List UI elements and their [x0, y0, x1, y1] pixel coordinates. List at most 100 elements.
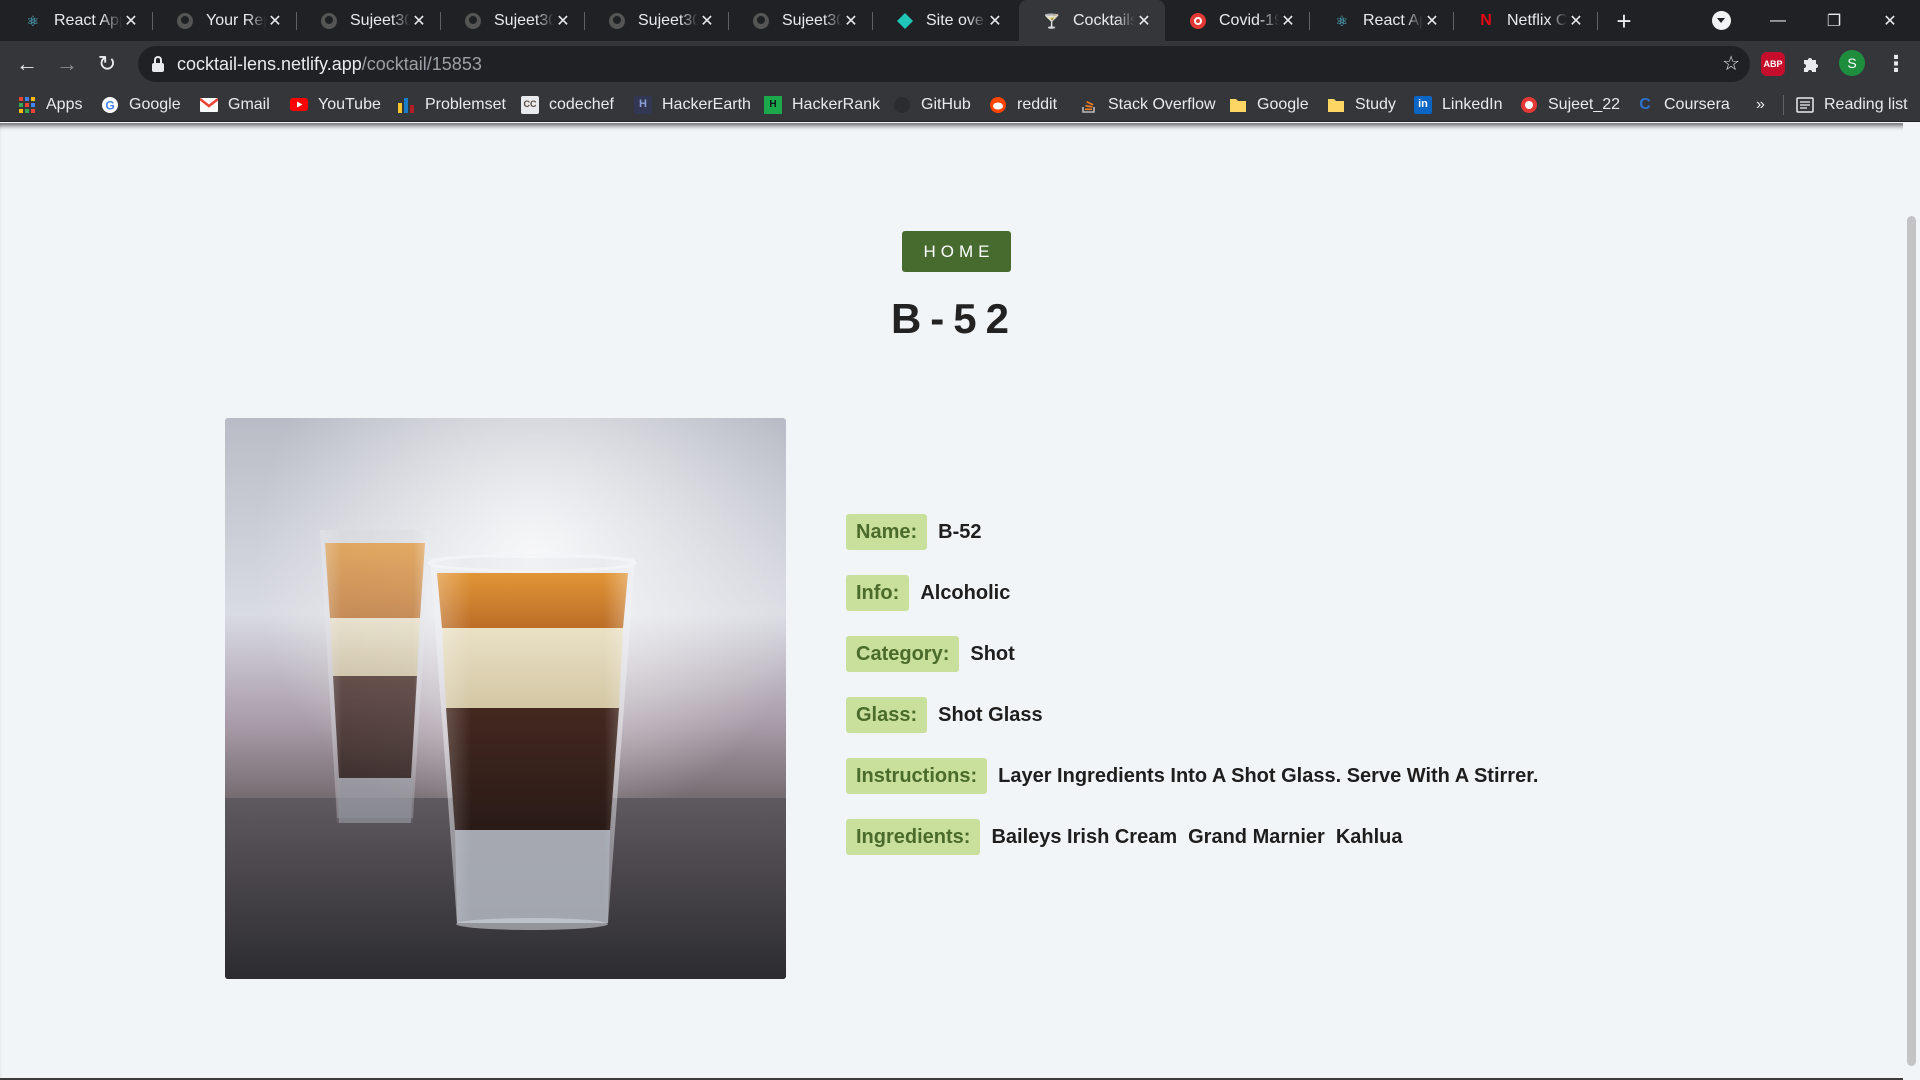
cocktail-photo: [225, 418, 786, 979]
browser-tab[interactable]: Your Repositories ✕: [152, 0, 296, 41]
ingredient-item: Baileys Irish Cream: [991, 825, 1178, 848]
adblock-extension-icon[interactable]: ABP: [1761, 52, 1785, 76]
restore-window-icon[interactable]: ❐: [1806, 0, 1862, 41]
browser-tab[interactable]: Sujeet309 ✕: [440, 0, 584, 41]
info-row-ingredients: Ingredients: Baileys Irish Cream Grand M…: [846, 819, 1403, 855]
browser-tab-active[interactable]: 🍸 Cocktails ✕: [1019, 0, 1165, 41]
url-path: /cocktail/15853: [361, 54, 482, 74]
stackoverflow-icon: [1080, 96, 1098, 114]
github-icon: [320, 12, 338, 30]
vertical-scrollbar[interactable]: [1903, 123, 1920, 1080]
browser-tab[interactable]: Sujeet309 ✕: [296, 0, 440, 41]
reload-icon[interactable]: ↻: [89, 46, 125, 82]
info-label: Info:: [846, 575, 910, 611]
leetcode-icon: [1520, 96, 1538, 114]
url-text: cocktail-lens.netlify.app/cocktail/15853: [177, 54, 482, 75]
scrollbar-thumb[interactable]: [1907, 216, 1916, 1066]
bookmark-reddit[interactable]: reddit: [989, 87, 1057, 122]
close-tab-icon[interactable]: ✕: [1567, 12, 1585, 30]
bookmark-hackerrank[interactable]: H HackerRank: [764, 87, 880, 122]
browser-menu-icon[interactable]: ⋮: [1885, 51, 1907, 76]
bookmarks-separator: [1783, 95, 1784, 115]
hackerrank-icon: H: [764, 95, 782, 114]
react-icon: ⚛: [26, 12, 40, 29]
close-tab-icon[interactable]: ✕: [122, 12, 140, 30]
bookmark-problemset[interactable]: Problemset: [397, 87, 506, 122]
browser-tab[interactable]: Sujeet309 ✕: [584, 0, 728, 41]
github-icon: [464, 12, 482, 30]
bookmark-apps[interactable]: Apps: [18, 87, 82, 122]
close-tab-icon[interactable]: ✕: [842, 12, 860, 30]
github-icon: [893, 96, 911, 114]
bookmark-star-icon[interactable]: ☆: [1722, 51, 1740, 76]
page-content: HOME B-52 Name: B-52 Info: Alcoholic Cat…: [0, 123, 1920, 1080]
apps-grid-icon: [18, 96, 36, 114]
extensions-puzzle-icon[interactable]: [1801, 52, 1821, 76]
youtube-icon: [290, 96, 308, 114]
hackerearth-icon: H: [634, 95, 652, 114]
address-bar[interactable]: cocktail-lens.netlify.app/cocktail/15853…: [138, 46, 1750, 82]
github-icon: [176, 12, 194, 30]
bookmark-hackerearth[interactable]: H HackerEarth: [634, 87, 751, 122]
bookmark-sujeet22[interactable]: Sujeet_22: [1520, 87, 1620, 122]
ingredient-item: Kahlua: [1335, 825, 1403, 848]
browser-tab[interactable]: ⚛ React App ✕: [1309, 0, 1453, 41]
close-tab-icon[interactable]: ✕: [698, 12, 716, 30]
cocktail-icon: 🍸: [1043, 12, 1061, 29]
bookmark-codechef[interactable]: CC codechef: [521, 87, 614, 122]
category-value: Shot: [970, 642, 1015, 665]
info-row-glass: Glass: Shot Glass: [846, 697, 1043, 733]
close-tab-icon[interactable]: ✕: [266, 12, 284, 30]
browser-tab[interactable]: Site overview ✕: [872, 0, 1016, 41]
ingredients-label: Ingredients:: [846, 819, 981, 855]
bookmark-coursera[interactable]: C Coursera: [1636, 87, 1730, 122]
react-icon: ⚛: [1335, 12, 1349, 29]
reading-list-button[interactable]: Reading list: [1796, 87, 1908, 122]
browser-tab[interactable]: ⚛ React App ✕: [0, 0, 152, 41]
info-row-instructions: Instructions: Layer Ingredients Into A S…: [846, 758, 1538, 794]
minimize-icon[interactable]: —: [1750, 0, 1806, 41]
codeforces-icon: [397, 96, 415, 114]
new-tab-button[interactable]: +: [1610, 6, 1638, 36]
bookmark-gmail[interactable]: Gmail: [200, 87, 270, 122]
more-bookmarks-chevron-icon[interactable]: »: [1756, 87, 1765, 122]
bookmark-folder-google[interactable]: Google: [1229, 87, 1309, 122]
browser-tab[interactable]: N Netflix Clone ✕: [1453, 0, 1597, 41]
bookmark-github[interactable]: GitHub: [893, 87, 971, 122]
home-button[interactable]: HOME: [902, 231, 1011, 272]
browser-tab[interactable]: Covid-19 ✕: [1165, 0, 1309, 41]
svg-text:G: G: [105, 98, 114, 112]
covid-icon: [1189, 12, 1207, 30]
bookmark-folder-study[interactable]: Study: [1327, 87, 1396, 122]
close-tab-icon[interactable]: ✕: [1279, 12, 1297, 30]
close-tab-icon[interactable]: ✕: [1135, 12, 1153, 30]
info-row-info: Info: Alcoholic: [846, 575, 1010, 611]
close-tab-icon[interactable]: ✕: [554, 12, 572, 30]
shot-glasses-illustration: [225, 418, 786, 979]
glass-label: Glass:: [846, 697, 928, 733]
bookmark-youtube[interactable]: YouTube: [290, 87, 381, 122]
folder-icon: [1229, 96, 1247, 114]
instructions-value: Layer Ingredients Into A Shot Glass. Ser…: [998, 764, 1539, 787]
lock-icon[interactable]: [152, 56, 164, 72]
tab-separator: [1597, 12, 1598, 30]
profile-avatar[interactable]: S: [1839, 50, 1865, 76]
name-label: Name:: [846, 514, 928, 550]
tab-search-icon[interactable]: [1712, 11, 1731, 30]
bookmark-linkedin[interactable]: in LinkedIn: [1414, 87, 1503, 122]
info-row-category: Category: Shot: [846, 636, 1015, 672]
close-tab-icon[interactable]: ✕: [410, 12, 428, 30]
gmail-icon: [200, 96, 218, 114]
ingredient-item: Grand Marnier: [1188, 825, 1325, 848]
browser-tab[interactable]: Sujeet309 ✕: [728, 0, 872, 41]
close-tab-icon[interactable]: ✕: [1423, 12, 1441, 30]
close-window-icon[interactable]: ✕: [1862, 0, 1918, 41]
glass-value: Shot Glass: [938, 703, 1043, 726]
bookmark-google[interactable]: G Google: [101, 87, 181, 122]
info-value: Alcoholic: [920, 581, 1011, 604]
bookmarks-bar: Apps G Google Gmail YouTube Problemset C…: [0, 87, 1920, 122]
forward-arrow-icon[interactable]: →: [49, 46, 85, 82]
close-tab-icon[interactable]: ✕: [986, 12, 1004, 30]
bookmark-stackoverflow[interactable]: Stack Overflow: [1080, 87, 1216, 122]
back-arrow-icon[interactable]: ←: [9, 46, 45, 82]
